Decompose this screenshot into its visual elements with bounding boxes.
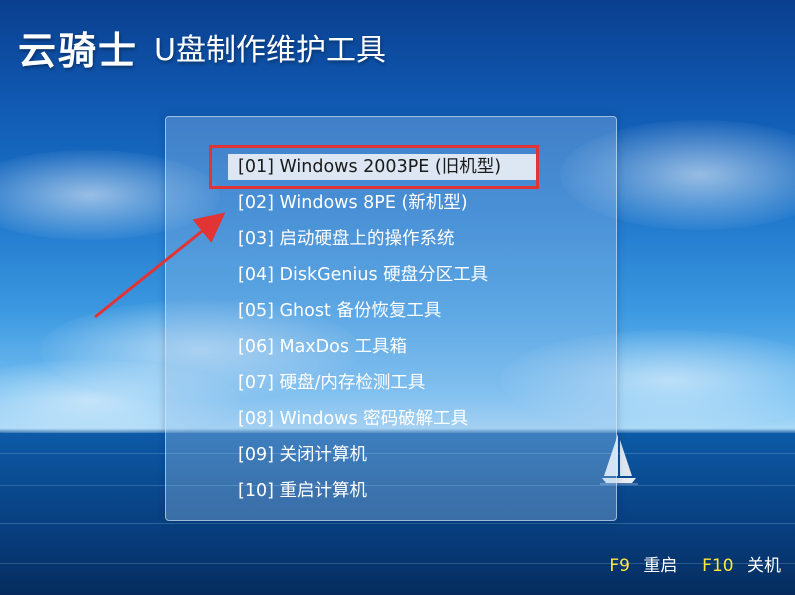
menu-item-label: [10] 重启计算机 <box>238 481 367 501</box>
menu-item-04[interactable]: [04] DiskGenius 硬盘分区工具 <box>238 262 488 288</box>
menu-item-label: [04] DiskGenius 硬盘分区工具 <box>238 265 489 285</box>
menu-item-09[interactable]: [09] 关闭计算机 <box>238 442 367 468</box>
menu-item-07[interactable]: [07] 硬盘/内存检测工具 <box>238 370 425 396</box>
menu-item-label: [06] MaxDos 工具箱 <box>238 337 408 357</box>
selection-highlight-box <box>209 145 539 189</box>
menu-item-02[interactable]: [02] Windows 8PE (新机型) <box>238 190 468 216</box>
menu-item-label: [05] Ghost 备份恢复工具 <box>238 301 442 321</box>
menu-item-06[interactable]: [06] MaxDos 工具箱 <box>238 334 407 360</box>
f10-action-label: 关机 <box>747 556 781 576</box>
menu-item-05[interactable]: [05] Ghost 备份恢复工具 <box>238 298 441 324</box>
sea-ripple <box>0 523 795 524</box>
app-logo: 云骑士 U盘制作维护工具 <box>18 22 386 73</box>
boot-screen: 云骑士 U盘制作维护工具 [01] Windows 2003PE (旧机型) [… <box>0 0 795 595</box>
menu-item-08[interactable]: [08] Windows 密码破解工具 <box>238 406 468 432</box>
f9-action-label: 重启 <box>643 556 678 576</box>
f10-key-label[interactable]: F10 <box>702 556 733 576</box>
hotkey-bar: F9 重启 F10 关机 <box>609 551 781 576</box>
f9-key-label[interactable]: F9 <box>609 556 630 576</box>
logo-brand: 云骑士 <box>18 28 139 73</box>
menu-item-label: [03] 启动硬盘上的操作系统 <box>238 229 455 249</box>
menu-item-03[interactable]: [03] 启动硬盘上的操作系统 <box>238 226 455 252</box>
menu-item-10[interactable]: [10] 重启计算机 <box>238 478 367 504</box>
menu-item-label: [08] Windows 密码破解工具 <box>238 409 469 429</box>
menu-item-label: [02] Windows 8PE (新机型) <box>238 193 468 213</box>
menu-item-label: [07] 硬盘/内存检测工具 <box>238 373 426 393</box>
logo-subtitle: U盘制作维护工具 <box>154 33 386 68</box>
menu-item-label: [09] 关闭计算机 <box>238 445 367 465</box>
